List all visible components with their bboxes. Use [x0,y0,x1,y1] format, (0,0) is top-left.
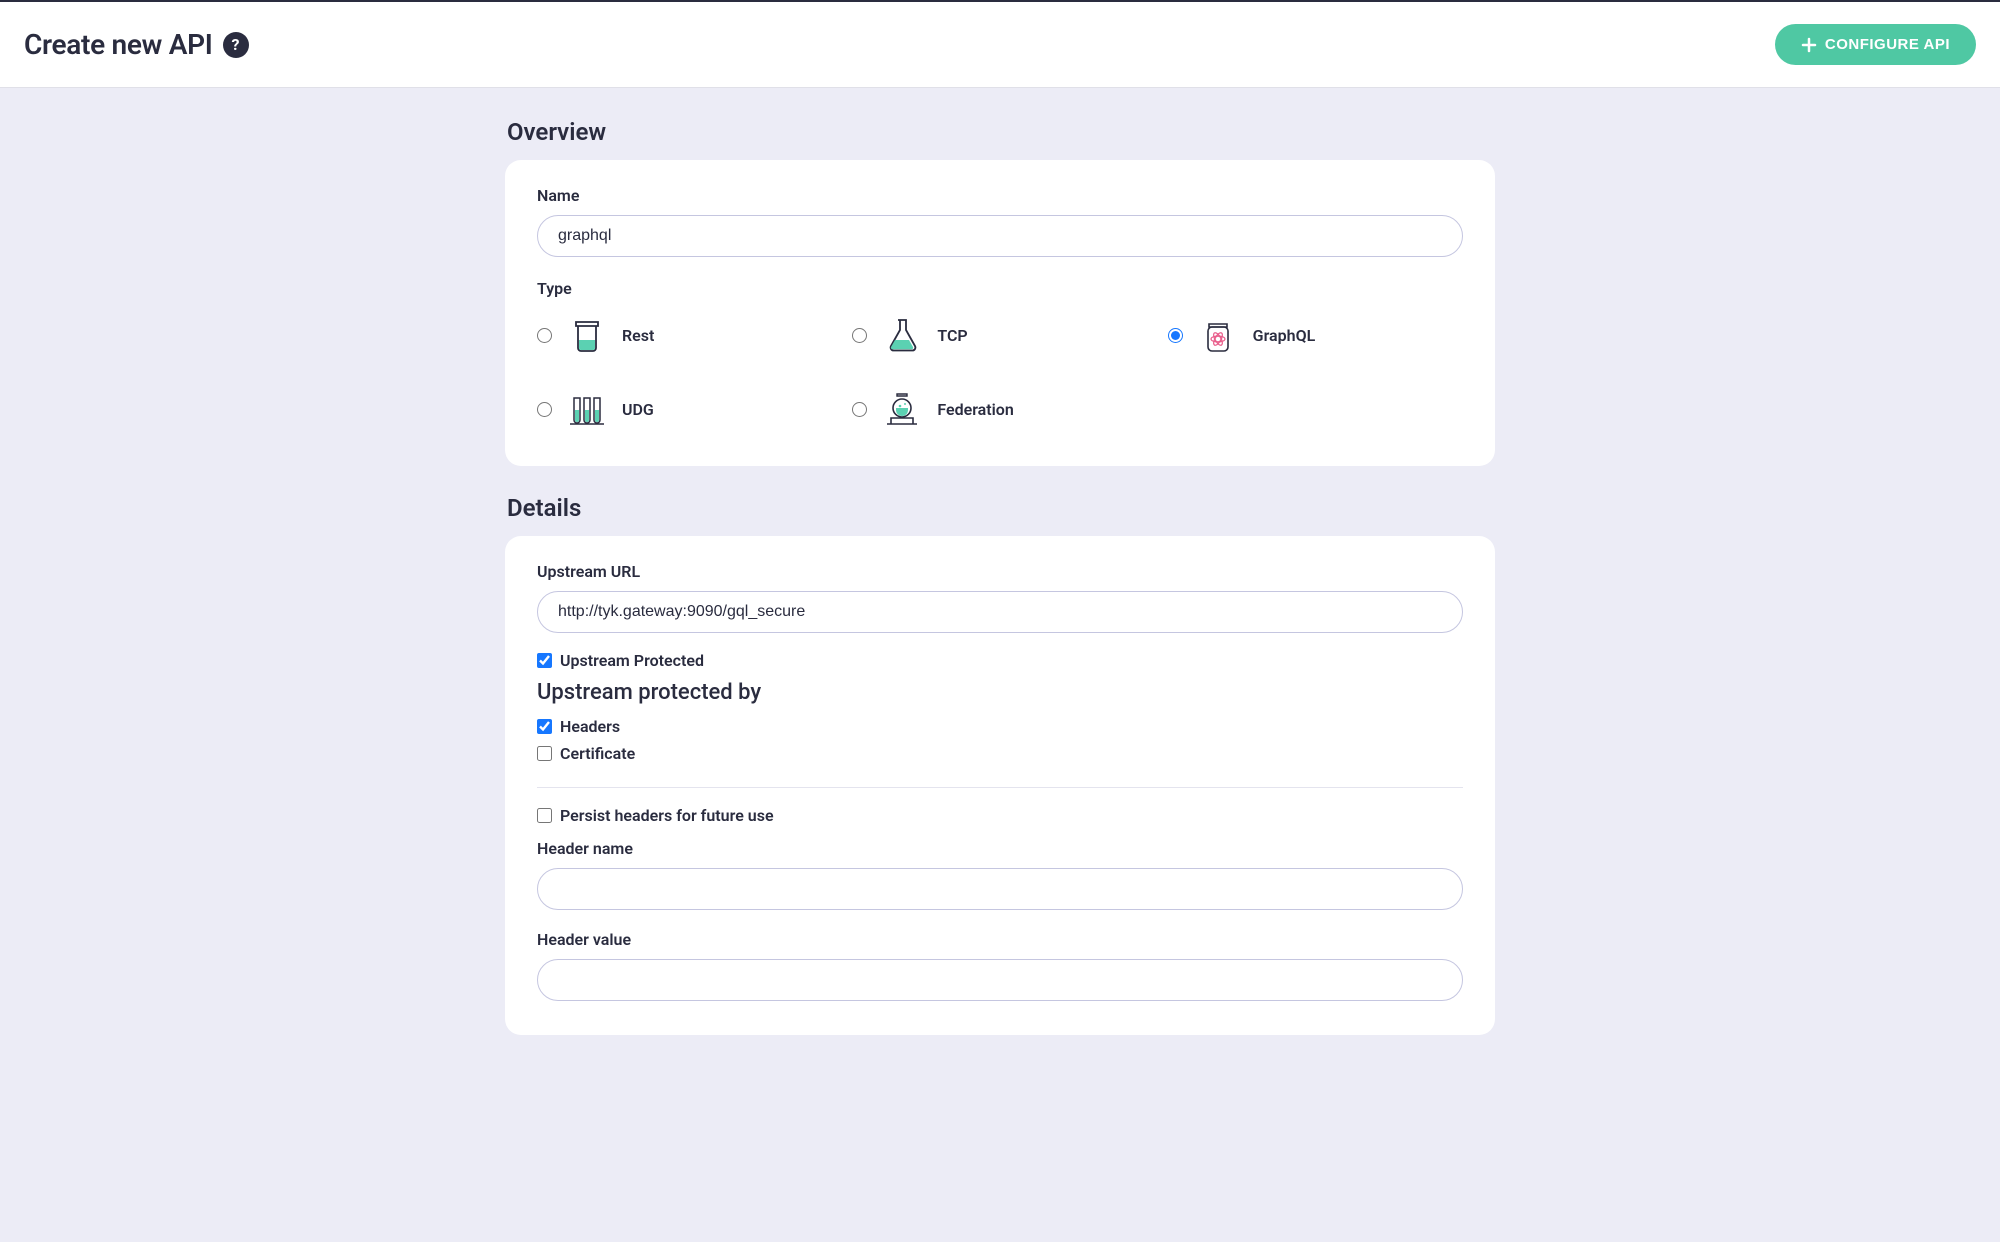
headers-row: Headers [537,717,1463,736]
radio-rest[interactable] [537,328,552,343]
header-name-label: Header name [537,839,1463,858]
radio-federation[interactable] [852,402,867,417]
headers-checkbox[interactable] [537,719,552,734]
type-label: Type [537,279,1463,298]
card-details: Upstream URL Upstream Protected Upstream… [505,536,1495,1035]
configure-api-button[interactable]: CONFIGURE API [1775,24,1976,65]
persist-headers-checkbox[interactable] [537,808,552,823]
certificate-row: Certificate [537,744,1463,763]
header-value-label: Header value [537,930,1463,949]
upstream-protected-row: Upstream Protected [537,651,1463,670]
radio-graphql[interactable] [1168,328,1183,343]
type-federation-label: Federation [937,400,1013,419]
persist-headers-row: Persist headers for future use [537,806,1463,825]
type-tcp-label: TCP [937,326,967,345]
type-option-federation[interactable]: Federation [852,386,1147,432]
section-title-overview: Overview [505,118,1495,146]
beaker-icon [564,312,610,358]
type-udg-label: UDG [622,400,654,419]
section-title-details: Details [505,494,1495,522]
header-name-input[interactable] [537,868,1463,910]
headers-label[interactable]: Headers [560,717,620,736]
upstream-url-label: Upstream URL [537,562,1463,581]
certificate-checkbox[interactable] [537,746,552,761]
certificate-label[interactable]: Certificate [560,744,635,763]
name-input[interactable] [537,215,1463,257]
name-label: Name [537,186,1463,205]
test-tubes-icon [564,386,610,432]
header-value-input[interactable] [537,959,1463,1001]
upstream-protected-label[interactable]: Upstream Protected [560,651,704,670]
divider [537,787,1463,788]
plus-icon [1801,37,1817,53]
type-rest-label: Rest [622,326,654,345]
type-option-udg[interactable]: UDG [537,386,832,432]
page-title: Create new API [24,28,213,61]
upstream-url-input[interactable] [537,591,1463,633]
radio-udg[interactable] [537,402,552,417]
type-grid: Rest TCP GraphQL [537,312,1463,432]
card-overview: Name Type Rest TCP [505,160,1495,466]
type-graphql-label: GraphQL [1253,326,1316,345]
persist-headers-label[interactable]: Persist headers for future use [560,806,774,825]
protected-by-heading: Upstream protected by [537,680,1463,705]
jar-icon [1195,312,1241,358]
help-icon[interactable]: ? [223,32,249,58]
radio-tcp[interactable] [852,328,867,343]
page-header: Create new API ? CONFIGURE API [0,0,2000,88]
type-option-graphql[interactable]: GraphQL [1168,312,1463,358]
title-group: Create new API ? [24,28,249,61]
type-option-tcp[interactable]: TCP [852,312,1147,358]
upstream-protected-checkbox[interactable] [537,653,552,668]
burner-icon [879,386,925,432]
flask-icon [879,312,925,358]
content-area: Overview Name Type Rest TCP [505,88,1495,1103]
configure-api-label: CONFIGURE API [1825,36,1950,53]
type-option-rest[interactable]: Rest [537,312,832,358]
